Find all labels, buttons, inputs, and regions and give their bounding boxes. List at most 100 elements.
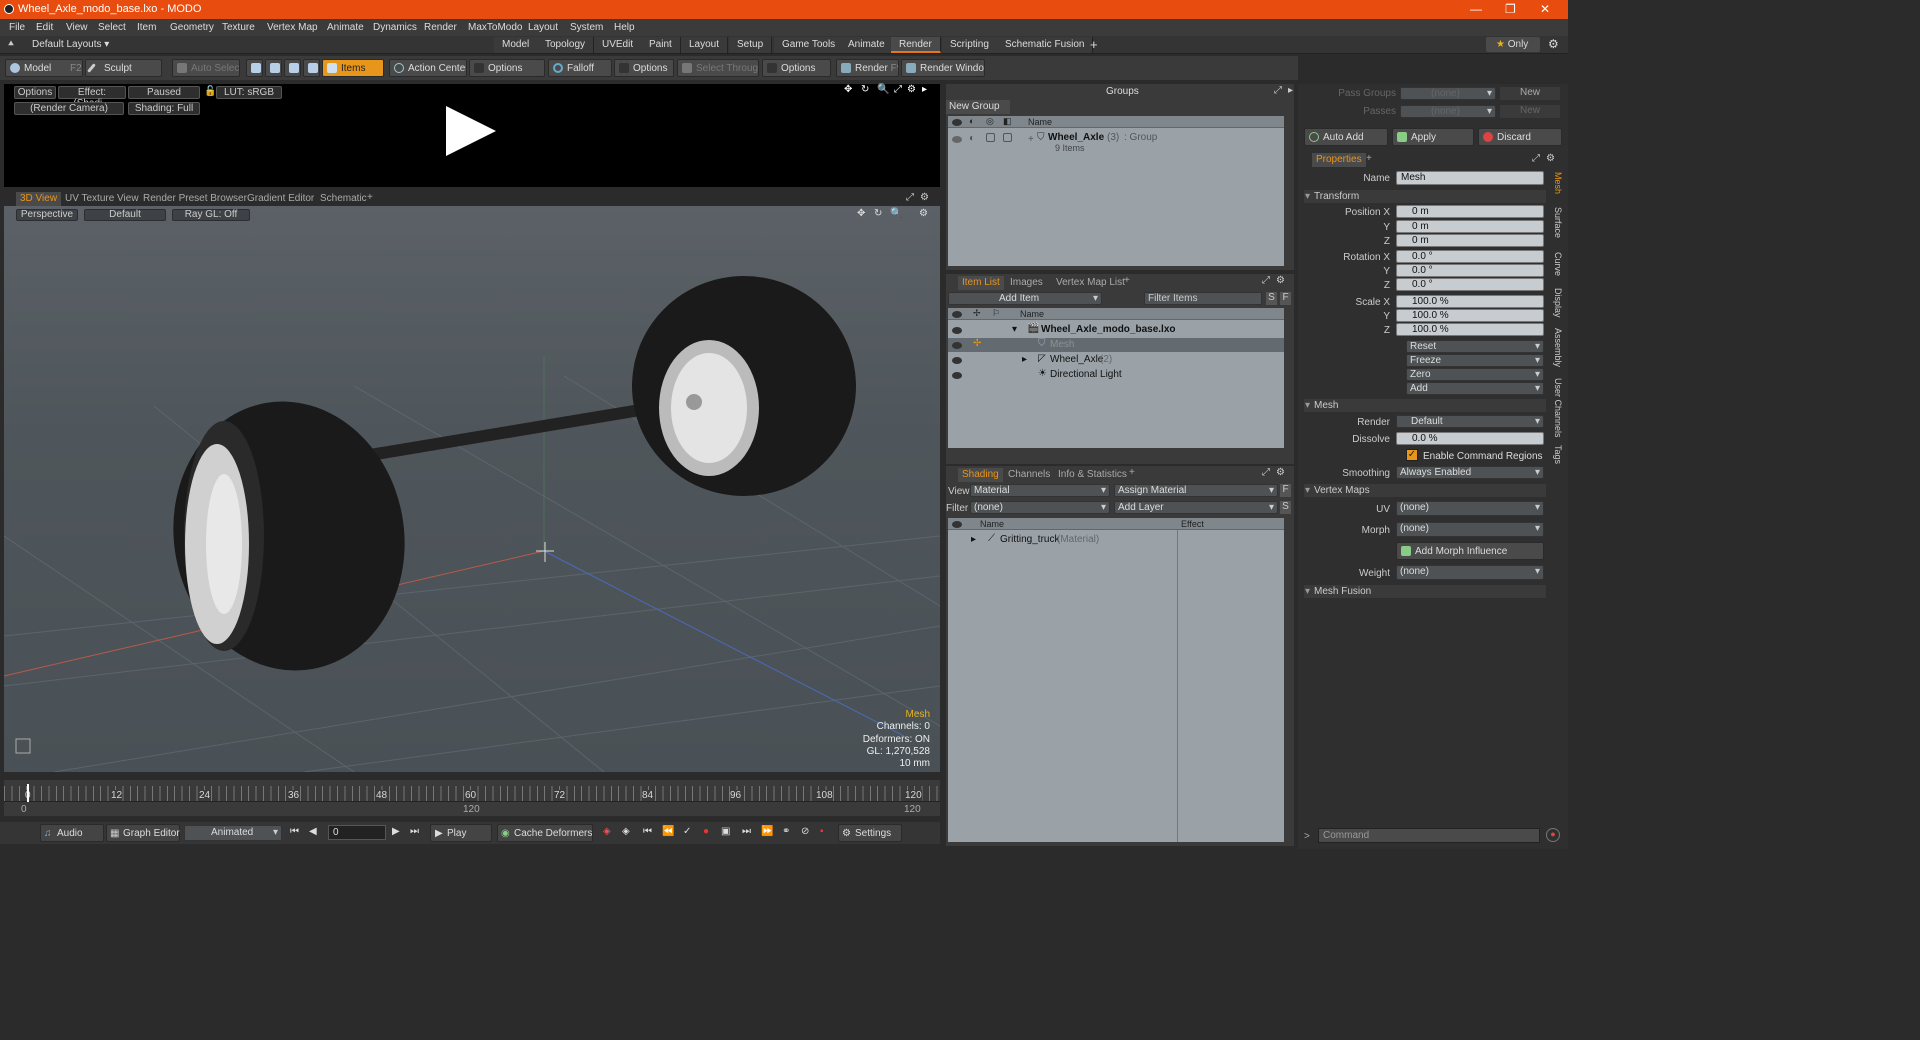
next-key-icon[interactable]: ⏭ xyxy=(742,826,751,837)
group-row[interactable]: ◐ + ⛉ Wheel_Axle (3) : Group 9 Items xyxy=(948,130,1284,154)
tab-uvedit[interactable]: UVEdit xyxy=(594,37,643,53)
side-tab-user-channels[interactable]: User Channels xyxy=(1551,378,1563,438)
render-camera-dropdown[interactable]: (Render Camera) xyxy=(14,102,124,115)
menu-item[interactable]: Item xyxy=(137,22,156,33)
tab-schematic-fusion[interactable]: Schematic Fusion xyxy=(997,37,1094,53)
zero-dropdown[interactable]: Zero xyxy=(1406,368,1544,381)
auto-key-icon[interactable]: ✓ xyxy=(683,826,691,837)
preview-paused-button[interactable]: Paused xyxy=(128,86,200,99)
menu-view[interactable]: View xyxy=(66,22,88,33)
render-toggle-icon[interactable]: ◐ xyxy=(969,133,975,144)
menu-system[interactable]: System xyxy=(570,22,603,33)
maximize-panel-icon[interactable]: ⤢ xyxy=(1262,275,1270,286)
item-row-light[interactable]: ☀ Directional Light xyxy=(948,368,1284,382)
tab-layout[interactable]: Layout xyxy=(681,37,729,53)
select-edges-button[interactable] xyxy=(265,59,282,77)
action-center-options-button[interactable]: Options xyxy=(469,59,545,77)
key-all-icon[interactable]: ◈ xyxy=(622,826,630,837)
playhead[interactable] xyxy=(27,784,29,802)
render-dropdown[interactable]: Default xyxy=(1396,415,1544,428)
lock-icon[interactable]: 🔓 xyxy=(204,86,216,97)
menu-animate[interactable]: Animate xyxy=(327,22,364,33)
new-group-button[interactable]: New Group xyxy=(946,100,1010,114)
filter-dropdown[interactable]: (none) xyxy=(970,501,1110,514)
groups-list[interactable]: ◐ ◎ ◧ Name ◐ + ⛉ Wheel_Axle (3) : Group … xyxy=(948,116,1284,266)
tab-3d-view[interactable]: 3D View xyxy=(16,192,62,206)
select-through-button[interactable]: Select Through xyxy=(677,59,759,77)
add-tab-icon[interactable]: + xyxy=(1124,275,1130,286)
eye-icon[interactable] xyxy=(952,357,962,364)
model-mode-button[interactable]: Model F2 xyxy=(5,59,83,77)
add-morph-influence-button[interactable]: Add Morph Influence xyxy=(1396,542,1544,560)
record-icon[interactable]: ● xyxy=(703,826,709,837)
prev-frame-icon[interactable]: ◀ xyxy=(309,826,317,837)
auto-add-button[interactable]: Auto Add xyxy=(1304,128,1388,146)
falloff-button[interactable]: Falloff xyxy=(548,59,612,77)
reset-dropdown[interactable]: Reset xyxy=(1406,340,1544,353)
side-tab-surface[interactable]: Surface xyxy=(1551,207,1563,238)
filter-items-field[interactable]: Filter Items xyxy=(1144,292,1262,305)
maximize-panel-icon[interactable]: ⤢ xyxy=(906,192,914,203)
item-row-scene[interactable]: ▾ 🎬 Wheel_Axle_modo_base.lxo xyxy=(948,323,1284,337)
select-through-options-button[interactable]: Options xyxy=(762,59,831,77)
gear-icon[interactable]: ⚙ xyxy=(1548,37,1559,51)
shading-dropdown[interactable]: Shading: Full xyxy=(128,102,200,115)
filter-f-icon[interactable]: F xyxy=(1280,292,1291,305)
shader-tree[interactable]: Name Effect ▸ ⟋ Gritting_truck (Material… xyxy=(948,518,1284,842)
only-toggle[interactable]: ★ Only xyxy=(1486,37,1540,52)
timeline[interactable]: 0 12 24 36 48 60 72 84 96 108 120 0 120 … xyxy=(4,780,940,816)
gear-icon[interactable]: ⚙ xyxy=(1276,467,1285,478)
graph-editor-button[interactable]: ▦ Graph Editor xyxy=(106,824,180,842)
close-icon[interactable]: ✕ xyxy=(1540,2,1550,16)
layout-preset-dropdown[interactable]: Default Layouts ▾ xyxy=(32,39,109,50)
next-key2-icon[interactable]: ⏩ xyxy=(761,826,773,837)
scale-x-field[interactable]: 100.0 % xyxy=(1396,295,1544,308)
dissolve-field[interactable]: 0.0 % xyxy=(1396,432,1544,445)
next-frame-icon[interactable]: ▶ xyxy=(392,826,400,837)
tab-schematic[interactable]: Schematic xyxy=(316,192,371,206)
tab-game-tools[interactable]: Game Tools xyxy=(774,37,845,53)
menu-help[interactable]: Help xyxy=(614,22,635,33)
preview-effect-dropdown[interactable]: Effect: (Shadi... xyxy=(58,86,126,109)
gear-icon[interactable]: ⚙ xyxy=(907,84,916,95)
eye-icon[interactable] xyxy=(952,342,962,349)
maximize-panel-icon[interactable]: ⤢ xyxy=(1532,153,1540,164)
tab-uv-texture-view[interactable]: UV Texture View xyxy=(61,192,143,206)
rotate-icon[interactable]: ↻ xyxy=(861,84,869,95)
cache-deformers-button[interactable]: ◉ Cache Deformers xyxy=(497,824,593,842)
key-filter-icon[interactable]: ▣ xyxy=(721,826,730,837)
record-settings-icon[interactable]: ▪ xyxy=(820,826,824,837)
section-transform[interactable]: Transform xyxy=(1304,190,1546,203)
goto-end-icon[interactable]: ⏭ xyxy=(410,826,419,837)
tab-item-list[interactable]: Item List xyxy=(958,276,1004,290)
position-x-field[interactable]: 0 m xyxy=(1396,205,1544,218)
name-field[interactable]: Mesh xyxy=(1396,171,1544,185)
move-icon[interactable]: ✥ xyxy=(844,84,852,95)
zoom-icon[interactable]: 🔍 xyxy=(877,84,889,95)
new-pass-button[interactable]: New xyxy=(1500,105,1560,118)
menu-edit[interactable]: Edit xyxy=(36,22,53,33)
render-window-button[interactable]: Render Window xyxy=(901,59,985,77)
audio-button[interactable]: ♫ Audio xyxy=(40,824,104,842)
tab-render[interactable]: Render xyxy=(891,37,941,53)
section-vertex-maps[interactable]: Vertex Maps xyxy=(1304,484,1546,497)
expand-icon[interactable]: + xyxy=(1028,134,1034,145)
tab-shading[interactable]: Shading xyxy=(958,468,1003,482)
add-layer-dropdown[interactable]: Add Layer xyxy=(1114,501,1278,514)
expand-icon[interactable]: ▸ xyxy=(1022,354,1027,365)
collapse-icon[interactable]: ▾ xyxy=(1012,324,1017,335)
item-row-wheel-axle[interactable]: ▸ ◸ Wheel_Axle (2) xyxy=(948,353,1284,367)
tab-channels[interactable]: Channels xyxy=(1004,468,1054,482)
menu-texture[interactable]: Texture xyxy=(222,22,255,33)
add-tab-icon[interactable]: + xyxy=(1129,467,1135,478)
tab-vertex-map-list[interactable]: Vertex Map List xyxy=(1052,276,1129,290)
side-tab-assembly[interactable]: Assembly xyxy=(1551,328,1563,367)
item-row-mesh[interactable]: ✢ ⛉ Mesh xyxy=(948,338,1284,352)
tab-properties[interactable]: Properties xyxy=(1312,153,1366,167)
sync-icon[interactable]: ⚭ xyxy=(782,826,790,837)
play-icon[interactable] xyxy=(444,104,498,158)
tab-animate[interactable]: Animate xyxy=(840,37,894,53)
minimize-icon[interactable]: — xyxy=(1470,2,1482,16)
select-toggle-icon[interactable] xyxy=(1003,133,1012,142)
new-pass-group-button[interactable]: New xyxy=(1500,87,1560,100)
